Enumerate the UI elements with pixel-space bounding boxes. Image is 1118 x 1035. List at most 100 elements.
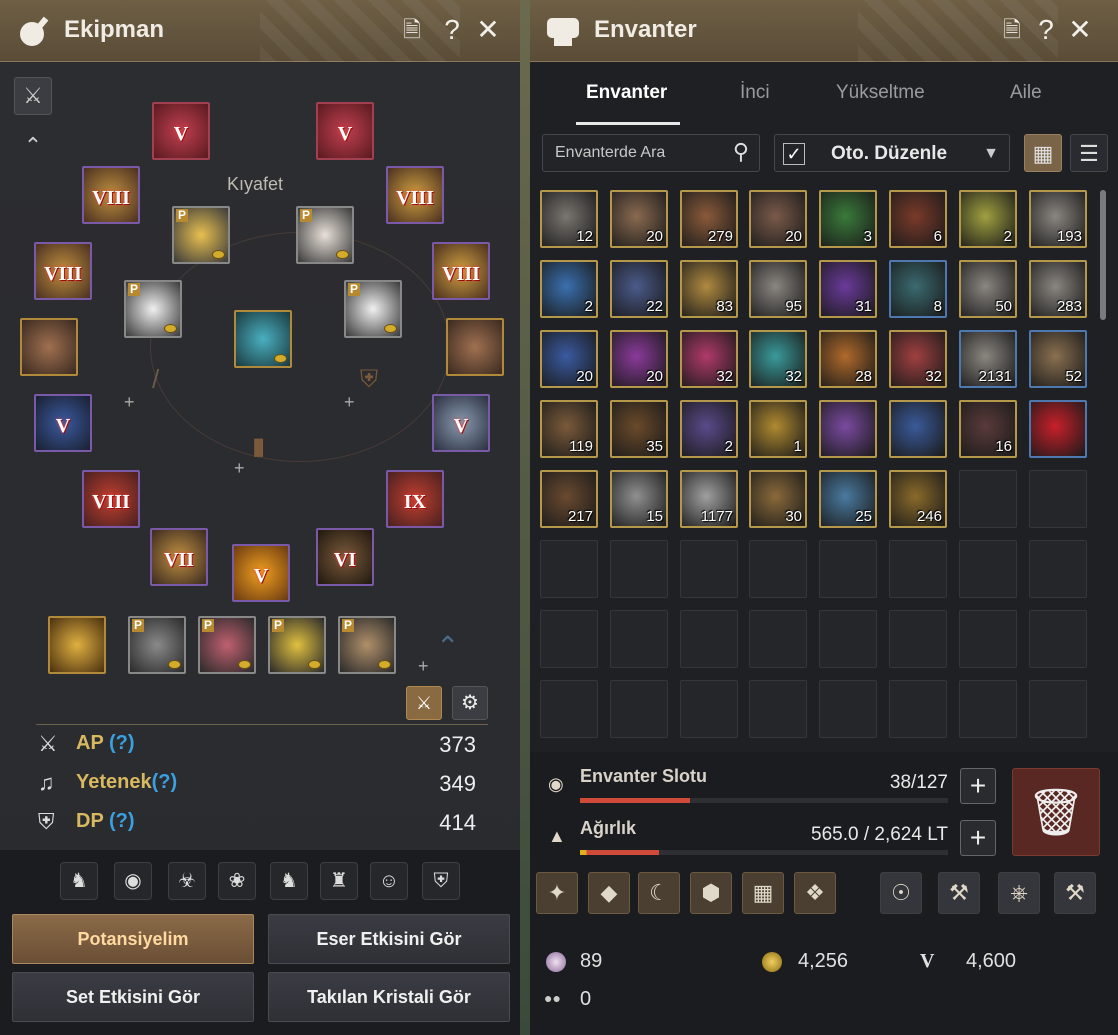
- inventory-item[interactable]: 8: [889, 260, 947, 318]
- empty-slot[interactable]: [959, 610, 1017, 668]
- costume-accessory-slot-4[interactable]: P: [338, 616, 396, 674]
- empty-slot[interactable]: [610, 680, 668, 738]
- inventory-item[interactable]: 279: [680, 190, 738, 248]
- magic-wand-icon[interactable]: ✦: [536, 872, 578, 914]
- inventory-item[interactable]: 20: [540, 330, 598, 388]
- inventory-item[interactable]: 2: [540, 260, 598, 318]
- empty-slot[interactable]: [959, 470, 1017, 528]
- equipment-titlebar[interactable]: Ekipman 🗎 ? ✕: [0, 0, 520, 62]
- inventory-item[interactable]: 2131: [959, 330, 1017, 388]
- inventory-item[interactable]: 28: [819, 330, 877, 388]
- grid-view-icon[interactable]: ▦: [1024, 134, 1062, 172]
- puzzle-icon[interactable]: ❖: [794, 872, 836, 914]
- sub-weapon-slot[interactable]: V: [232, 544, 290, 602]
- add-slot-button[interactable]: +: [960, 768, 996, 804]
- inventory-item[interactable]: 20: [610, 190, 668, 248]
- document-icon[interactable]: 🗎: [996, 14, 1028, 46]
- tab-family[interactable]: Aile: [1010, 82, 1042, 104]
- close-button[interactable]: ✕: [472, 14, 504, 46]
- potential-button[interactable]: Potansiyelim: [12, 914, 254, 964]
- gem-icon[interactable]: ⬢: [690, 872, 732, 914]
- autosort-checkbox[interactable]: ✓: [783, 143, 805, 165]
- empty-slot[interactable]: [1029, 680, 1087, 738]
- empty-slot[interactable]: [1029, 540, 1087, 598]
- inventory-item[interactable]: 2: [680, 400, 738, 458]
- inventory-item[interactable]: 32: [889, 330, 947, 388]
- inventory-item[interactable]: 25: [819, 470, 877, 528]
- moon-icon[interactable]: ☾: [638, 872, 680, 914]
- weapon-toggle-icon[interactable]: ⚔: [14, 77, 52, 115]
- tab-pearl[interactable]: İnci: [740, 82, 770, 104]
- set-effect-button[interactable]: Set Etkisini Gör: [12, 972, 254, 1022]
- inventory-item[interactable]: [889, 400, 947, 458]
- inventory-item[interactable]: 217: [540, 470, 598, 528]
- search-input[interactable]: Envanterde Ara ⚲: [542, 134, 760, 172]
- empty-slot[interactable]: [889, 610, 947, 668]
- triskelion-icon[interactable]: ⎈: [998, 872, 1040, 914]
- inventory-scrollbar[interactable]: [1100, 190, 1106, 320]
- hammer-icon[interactable]: ⚒: [938, 872, 980, 914]
- ring-slot-1[interactable]: VIII: [386, 166, 444, 224]
- inventory-item[interactable]: 283: [1029, 260, 1087, 318]
- horse-icon[interactable]: ♞: [270, 862, 308, 900]
- empty-slot[interactable]: [1029, 610, 1087, 668]
- inventory-item[interactable]: 35: [610, 400, 668, 458]
- compass-icon[interactable]: ☉: [880, 872, 922, 914]
- paw-icon[interactable]: ❀: [218, 862, 256, 900]
- earring-slot-2[interactable]: IX: [386, 470, 444, 528]
- add-slot-plus[interactable]: +: [344, 392, 355, 413]
- inventory-item[interactable]: 1: [749, 400, 807, 458]
- inventory-item[interactable]: 95: [749, 260, 807, 318]
- empty-slot[interactable]: [610, 610, 668, 668]
- rider-icon[interactable]: ♞: [60, 862, 98, 900]
- demon-icon[interactable]: ☣: [168, 862, 206, 900]
- inventory-item[interactable]: 31: [819, 260, 877, 318]
- grid-icon[interactable]: ▦: [742, 872, 784, 914]
- empty-slot[interactable]: [749, 610, 807, 668]
- inventory-item[interactable]: 20: [749, 190, 807, 248]
- empty-slot[interactable]: [749, 540, 807, 598]
- help-button[interactable]: ?: [1030, 14, 1062, 46]
- empty-slot[interactable]: [680, 540, 738, 598]
- inventory-item[interactable]: 32: [749, 330, 807, 388]
- inventory-item[interactable]: 15: [610, 470, 668, 528]
- gear-icon[interactable]: ⚙: [452, 686, 488, 720]
- costume-shoes-slot[interactable]: P: [124, 280, 182, 338]
- awakening-weapon-slot[interactable]: VI: [316, 528, 374, 586]
- empty-slot[interactable]: [889, 540, 947, 598]
- lifeskill-slot-left[interactable]: [20, 318, 78, 376]
- search-icon[interactable]: ⚲: [733, 139, 749, 165]
- inventory-item[interactable]: [819, 400, 877, 458]
- diamond-icon[interactable]: ◆: [588, 872, 630, 914]
- lifeskill-slot-right[interactable]: [446, 318, 504, 376]
- inventory-item[interactable]: 119: [540, 400, 598, 458]
- empty-slot[interactable]: [680, 610, 738, 668]
- help-button[interactable]: ?: [436, 14, 468, 46]
- tab-inventory[interactable]: Envanter: [586, 82, 667, 104]
- empty-slot[interactable]: [959, 540, 1017, 598]
- empty-slot[interactable]: [610, 540, 668, 598]
- inventory-item[interactable]: 3: [819, 190, 877, 248]
- mask-icon[interactable]: ◉: [114, 862, 152, 900]
- tab-upgrade[interactable]: Yükseltme: [836, 82, 925, 104]
- costume-outfit-slot[interactable]: P: [296, 206, 354, 264]
- crystal-toggle-icon[interactable]: ⚔: [406, 686, 442, 720]
- belt-slot[interactable]: VIII: [82, 166, 140, 224]
- empty-slot[interactable]: [680, 680, 738, 738]
- necklace-slot[interactable]: VIII: [82, 470, 140, 528]
- inventory-item[interactable]: 32: [680, 330, 738, 388]
- inventory-item[interactable]: 20: [610, 330, 668, 388]
- crystal-view-button[interactable]: Takılan Kristali Gör: [268, 972, 510, 1022]
- document-icon[interactable]: 🗎: [396, 14, 428, 46]
- inventory-item[interactable]: 193: [1029, 190, 1087, 248]
- inventory-item[interactable]: 83: [680, 260, 738, 318]
- inventory-titlebar[interactable]: Envanter 🗎 ? ✕: [530, 0, 1118, 62]
- empty-slot[interactable]: [1029, 470, 1087, 528]
- inventory-item[interactable]: [1029, 400, 1087, 458]
- artifact-effect-button[interactable]: Eser Etkisini Gör: [268, 914, 510, 964]
- inventory-item[interactable]: 6: [889, 190, 947, 248]
- inventory-item[interactable]: 50: [959, 260, 1017, 318]
- main-weapon-slot[interactable]: VII: [150, 528, 208, 586]
- empty-slot[interactable]: [540, 540, 598, 598]
- shield-icon[interactable]: ⛨: [422, 862, 460, 900]
